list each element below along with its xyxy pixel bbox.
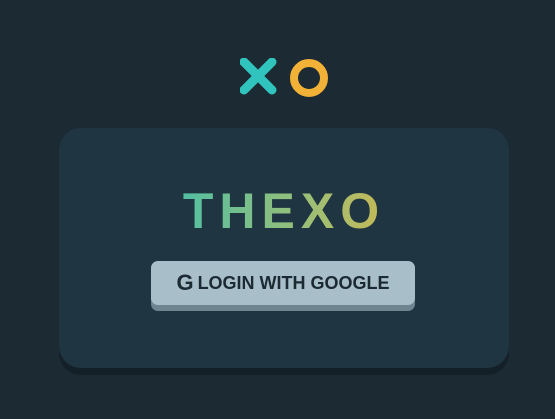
app-logo (240, 58, 330, 100)
x-mark-icon (240, 58, 277, 95)
google-g-icon: G (176, 270, 194, 295)
login-button-label: LOGIN WITH GOOGLE (197, 272, 390, 293)
app-title: THEXO (59, 182, 509, 240)
login-with-google-button[interactable]: G LOGIN WITH GOOGLE (151, 261, 415, 305)
o-ring-icon (290, 59, 328, 97)
login-card: THEXO G LOGIN WITH GOOGLE (59, 128, 509, 368)
